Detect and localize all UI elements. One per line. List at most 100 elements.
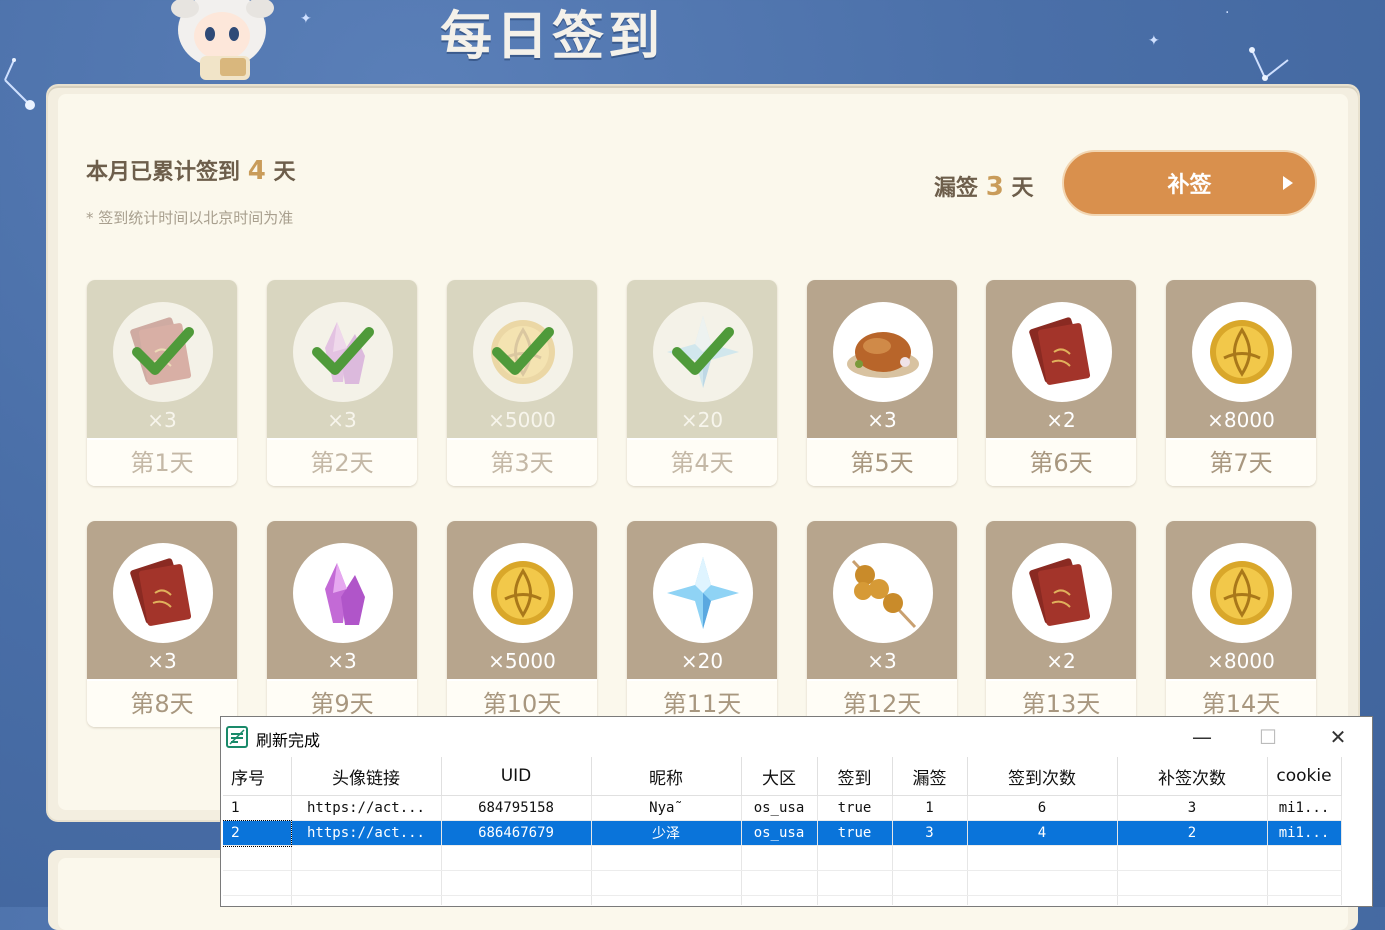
day-reward-card[interactable]: ×3 第2天 (267, 280, 417, 486)
column-header[interactable]: 头像链接 (291, 757, 442, 796)
empty-table-row (223, 870, 1342, 896)
table-cell (223, 845, 292, 871)
minimize-icon: — (1192, 725, 1212, 749)
table-cell (1267, 845, 1342, 871)
day-reward-card[interactable]: ×20 第4天 (627, 280, 777, 486)
table-cell (892, 845, 968, 871)
day-reward-card[interactable]: ×3 第1天 (87, 280, 237, 486)
day-reward-card[interactable]: ×5000 第10天 (447, 521, 597, 727)
column-header[interactable]: 序号 (223, 757, 292, 796)
monthly-checkin-summary: 本月已累计签到 4 天 (86, 154, 295, 186)
maximize-icon: ☐ (1259, 725, 1277, 749)
reward-quantity: ×20 (680, 408, 724, 432)
checkmark-icon (312, 327, 374, 375)
checkmark-icon (492, 327, 554, 375)
checkin-count: 4 (247, 156, 266, 186)
column-header[interactable]: 漏签 (892, 757, 968, 796)
table-cell (441, 845, 592, 871)
table-cell (1117, 895, 1268, 905)
table-cell (291, 870, 442, 896)
table-cell (741, 845, 818, 871)
empty-table-row (223, 895, 1342, 905)
day-label: 第6天 (986, 440, 1136, 486)
empty-table-row (223, 845, 1342, 871)
column-header[interactable]: UID (441, 757, 592, 796)
primogem-icon (667, 557, 739, 629)
maximize-button[interactable]: ☐ (1235, 717, 1301, 757)
column-header[interactable]: cookie (1267, 757, 1342, 796)
table-cell: 3 (1117, 795, 1268, 821)
mora-icon (1210, 561, 1274, 625)
accounts-table-view[interactable]: 序号 头像链接 UID 昵称 大区 签到 漏签 签到次数 补签次数 cookie 1 https:/… (223, 757, 1371, 905)
day-reward-card[interactable]: ×3 第8天 (87, 521, 237, 727)
makeup-checkin-button[interactable]: 补签 (1062, 150, 1317, 216)
table-cell (441, 870, 592, 896)
summary-prefix: 本月已累计签到 (86, 160, 241, 185)
window-titlebar[interactable]: 刷新完成 — ☐ ✕ (221, 717, 1372, 757)
play-arrow-icon (1283, 176, 1293, 190)
column-header[interactable]: 签到次数 (967, 757, 1118, 796)
mora-icon (1210, 320, 1274, 384)
day-reward-card[interactable]: ×3 第9天 (267, 521, 417, 727)
table-cell (591, 895, 742, 905)
table-cell (591, 845, 742, 871)
reward-quantity: ×5000 (488, 408, 556, 432)
day-reward-card[interactable]: ×5000 第3天 (447, 280, 597, 486)
table-cell: Nya˜ (591, 795, 742, 821)
table-cell (223, 870, 292, 896)
table-cell: mi1... (1267, 795, 1342, 821)
day-label: 第1天 (87, 440, 237, 486)
day-reward-card[interactable]: ×3 第5天 (807, 280, 957, 486)
wit-book-icon (1029, 558, 1091, 626)
mascot-paimon-image (171, 0, 274, 80)
table-row[interactable]: 1 https://act... 684795158 Nya˜ os_usa true 1 6… (223, 795, 1342, 821)
table-cell (1117, 870, 1268, 896)
table-cell: mi1... (1267, 820, 1342, 846)
column-header[interactable]: 昵称 (591, 757, 742, 796)
table-row[interactable]: 2 https://act... 686467679 少泽 os_usa true 3 4 2 m… (223, 819, 1342, 847)
column-header[interactable]: 大区 (741, 757, 818, 796)
table-cell: 6 (967, 795, 1118, 821)
day-reward-card[interactable]: ×2 第6天 (986, 280, 1136, 486)
star-decoration: · (1225, 5, 1230, 21)
table-cell (1117, 845, 1268, 871)
reward-quantity: ×20 (680, 649, 724, 673)
table-cell (817, 870, 893, 896)
constellation-decoration (1249, 47, 1289, 81)
makeup-button-label: 补签 (1167, 173, 1212, 198)
app-icon (226, 726, 248, 748)
table-cell: os_usa (741, 795, 818, 821)
table-cell (1267, 895, 1342, 905)
mora-icon (491, 561, 555, 625)
day-reward-card[interactable]: ×20 第11天 (627, 521, 777, 727)
window-title: 刷新完成 (256, 731, 321, 750)
day-reward-card[interactable]: ×2 第13天 (986, 521, 1136, 727)
day-reward-card[interactable]: ×3 第12天 (807, 521, 957, 727)
table-cell (591, 870, 742, 896)
reward-quantity: ×3 (867, 649, 897, 673)
reward-quantity: ×3 (147, 408, 177, 432)
page-title: 每日签到 (440, 7, 665, 67)
table-cell (223, 895, 292, 905)
timezone-note: * 签到统计时间以北京时间为准 (86, 209, 294, 227)
roast-chicken-icon (847, 332, 919, 378)
reward-quantity: ×3 (327, 408, 357, 432)
table-cell (441, 895, 592, 905)
column-header[interactable]: 补签次数 (1117, 757, 1268, 796)
star-decoration: ✦ (300, 11, 312, 27)
constellation-decoration (4, 58, 35, 110)
refresh-complete-window: 刷新完成 — ☐ ✕ 序号 头像链接 UID 昵称 大区 签到 漏签 签到次数 补签次数 cook… (220, 716, 1373, 907)
day-reward-card[interactable]: ×8000 第7天 (1166, 280, 1316, 486)
table-cell: 1 (223, 795, 292, 821)
close-button[interactable]: ✕ (1305, 717, 1371, 757)
table-cell (967, 870, 1118, 896)
table-cell: 684795158 (441, 795, 592, 821)
reward-quantity: ×3 (147, 649, 177, 673)
close-icon: ✕ (1329, 725, 1347, 749)
table-cell: 686467679 (441, 820, 592, 846)
minimize-button[interactable]: — (1169, 717, 1235, 757)
column-header[interactable]: 签到 (817, 757, 893, 796)
day-reward-card[interactable]: ×8000 第14天 (1166, 521, 1316, 727)
table-cell: https://act... (291, 795, 442, 821)
day-label: 第3天 (447, 440, 597, 486)
